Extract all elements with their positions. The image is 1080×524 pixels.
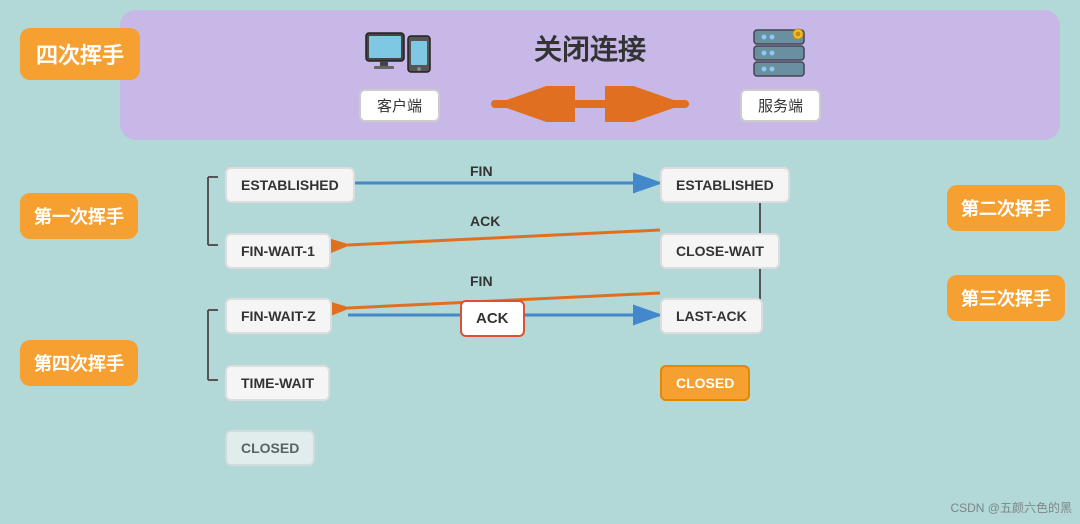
state-close-wait: CLOSE-WAIT: [660, 233, 780, 269]
state-last-ack: LAST-ACK: [660, 298, 763, 334]
handshake-3-label: 第三次挥手: [947, 275, 1065, 321]
arrow-fin-1: FIN: [470, 163, 493, 179]
handshake-1-label: 第一次挥手: [20, 193, 138, 239]
handshake-2-label: 第二次挥手: [947, 185, 1065, 231]
diagram-area: ESTABLISHED FIN-WAIT-1 FIN-WAIT-Z TIME-W…: [0, 155, 1080, 524]
connection-title: 关闭连接: [534, 28, 646, 68]
client-label: 客户端: [359, 89, 440, 122]
server-label: 服务端: [740, 89, 821, 122]
diagram-arrows: [0, 155, 1080, 524]
arrow-fin-2: FIN: [470, 273, 493, 289]
server-box: 服务端: [740, 28, 821, 122]
state-closed-left: CLOSED: [225, 430, 315, 466]
client-box: 客户端: [359, 28, 440, 122]
four-handshake-label: 四次挥手: [20, 28, 140, 80]
state-established-left: ESTABLISHED: [225, 167, 355, 203]
state-fin-wait-1: FIN-WAIT-1: [225, 233, 331, 269]
server-icon: [746, 28, 816, 83]
state-time-wait: TIME-WAIT: [225, 365, 330, 401]
client-icon: [364, 28, 434, 83]
handshake-4-label: 第四次挥手: [20, 340, 138, 386]
state-closed-right: CLOSED: [660, 365, 750, 401]
state-established-right: ESTABLISHED: [660, 167, 790, 203]
arrow-ack-2-box: ACK: [460, 300, 525, 337]
top-connection-section: 客户端 关闭连接: [120, 10, 1060, 140]
connection-arrow: [480, 86, 700, 122]
state-fin-wait-z: FIN-WAIT-Z: [225, 298, 332, 334]
watermark: CSDN @五颜六色的黑: [950, 499, 1072, 516]
arrow-ack-1: ACK: [470, 213, 500, 229]
